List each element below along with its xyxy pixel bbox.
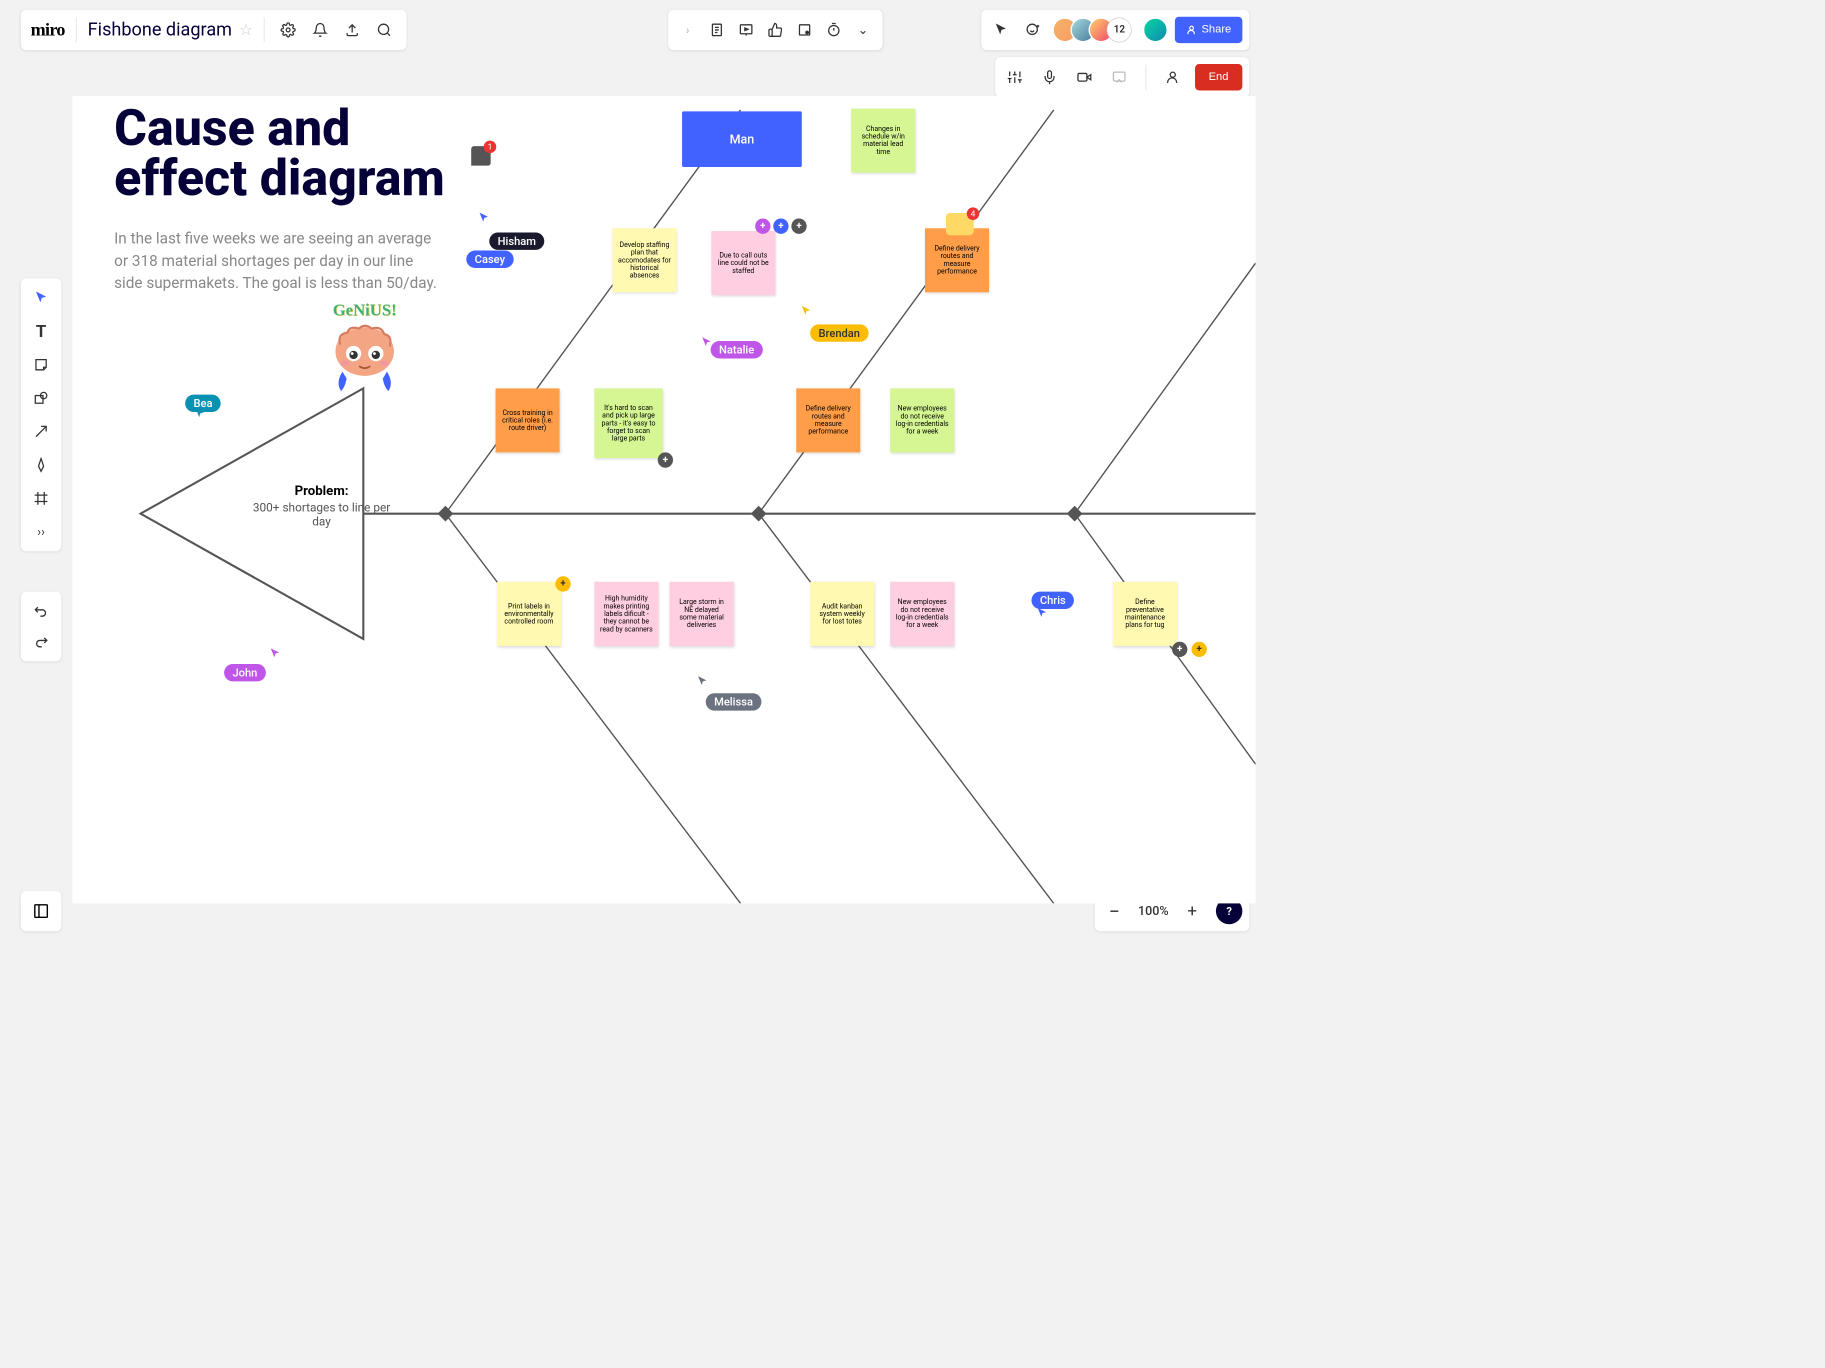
self-avatar[interactable] bbox=[1143, 17, 1168, 42]
emoji-reaction-icon[interactable]: 4 bbox=[946, 213, 974, 235]
divider bbox=[264, 17, 265, 42]
end-call-button[interactable]: End bbox=[1195, 64, 1243, 90]
undo-redo bbox=[21, 592, 61, 662]
sticky-note[interactable]: Audit kanban system weekly for lost tote… bbox=[810, 582, 874, 646]
reactions-icon[interactable] bbox=[1021, 17, 1046, 42]
redo-icon[interactable] bbox=[27, 628, 55, 656]
topbar-left: miro Fishbone diagram ☆ bbox=[21, 10, 407, 50]
canvas-description: In the last five weeks we are seeing an … bbox=[114, 228, 441, 295]
sticky-note[interactable]: Large storm in NE delayed some material … bbox=[670, 582, 734, 646]
bell-icon[interactable] bbox=[308, 17, 333, 42]
export-icon[interactable] bbox=[340, 17, 365, 42]
divider bbox=[76, 17, 77, 42]
divider bbox=[1145, 65, 1146, 90]
thumbsup-icon[interactable] bbox=[763, 17, 788, 42]
cursor-icon bbox=[696, 675, 709, 688]
plus-icon[interactable]: + bbox=[1172, 642, 1187, 657]
sticky-note[interactable]: Due to call outs line could not be staff… bbox=[711, 231, 775, 295]
text-tool-icon[interactable]: T bbox=[27, 317, 55, 345]
search-icon[interactable] bbox=[372, 17, 397, 42]
undo-icon[interactable] bbox=[27, 597, 55, 625]
zoom-level[interactable]: 100% bbox=[1138, 904, 1169, 919]
cursor-label: Melissa bbox=[706, 693, 762, 710]
cursor-label: Hisham bbox=[489, 232, 544, 249]
cursor-label: Chris bbox=[1031, 592, 1074, 609]
left-toolbar: T ›› bbox=[21, 278, 61, 551]
cursor-label: Natalie bbox=[711, 341, 763, 358]
sticky-note[interactable]: Define preventative maintenance plans fo… bbox=[1113, 582, 1177, 646]
cursor-icon bbox=[269, 647, 282, 660]
video-icon[interactable] bbox=[1072, 65, 1097, 90]
cursor-icon bbox=[800, 305, 813, 318]
arrow-tool-icon[interactable] bbox=[27, 418, 55, 446]
more-tools-icon[interactable]: ›› bbox=[27, 518, 55, 546]
problem-box: Problem: 300+ shortages to line per day bbox=[252, 482, 391, 529]
sticky-note[interactable]: Cross training in critical roles (i.e. r… bbox=[496, 388, 560, 452]
comment-icon[interactable]: 1 bbox=[471, 146, 490, 165]
present-icon[interactable] bbox=[734, 17, 759, 42]
shape-tool-icon[interactable] bbox=[27, 384, 55, 412]
miro-logo[interactable]: miro bbox=[31, 19, 65, 40]
sticky-note[interactable]: New employees do not receive log-in cred… bbox=[890, 582, 954, 646]
sticky-note[interactable]: Define delivery routes and measure perfo… bbox=[925, 228, 989, 292]
sticky-note[interactable]: Develop staffing plan that accomodates f… bbox=[612, 228, 676, 292]
cursor-label: Brendan bbox=[810, 324, 868, 341]
user-icon[interactable] bbox=[1160, 65, 1185, 90]
sticky-tool-icon[interactable] bbox=[27, 351, 55, 379]
sticky-note[interactable]: New employees do not receive log-in cred… bbox=[890, 388, 954, 452]
frame-tool-icon[interactable] bbox=[27, 484, 55, 512]
frame-icon[interactable] bbox=[792, 17, 817, 42]
call-controls: End bbox=[995, 57, 1249, 97]
select-tool-icon[interactable] bbox=[27, 284, 55, 312]
screenshare-icon[interactable] bbox=[1106, 65, 1131, 90]
star-icon[interactable]: ☆ bbox=[239, 21, 253, 38]
cursor-label: John bbox=[224, 664, 266, 681]
plus-icon[interactable]: + bbox=[773, 219, 788, 234]
chevron-right-icon[interactable]: › bbox=[675, 17, 700, 42]
mic-icon[interactable] bbox=[1037, 65, 1062, 90]
settings-icon[interactable] bbox=[276, 17, 301, 42]
fishbone-lines bbox=[72, 96, 1255, 903]
pen-tool-icon[interactable] bbox=[27, 451, 55, 479]
emoji-count-badge: 4 bbox=[967, 207, 980, 220]
plus-icon[interactable]: + bbox=[1192, 642, 1207, 657]
plus-icon[interactable]: + bbox=[755, 219, 770, 234]
cursor-tool-icon[interactable] bbox=[989, 17, 1014, 42]
canvas-title: Cause andeffect diagram bbox=[114, 103, 445, 203]
sticky-note[interactable]: High humidity makes printing labels difi… bbox=[594, 582, 658, 646]
more-icon[interactable]: ⌄ bbox=[851, 17, 876, 42]
canvas-frame[interactable]: Cause andeffect diagram In the last five… bbox=[72, 96, 1255, 903]
sticky-note[interactable]: Define delivery routes and measure perfo… bbox=[796, 388, 860, 452]
board-title[interactable]: Fishbone diagram bbox=[88, 19, 232, 40]
sticky-note[interactable]: It's hard to scan and pick up large part… bbox=[594, 388, 662, 458]
cursor-label: Casey bbox=[466, 251, 513, 268]
minimap-button[interactable] bbox=[21, 891, 61, 931]
notes-icon[interactable] bbox=[704, 17, 729, 42]
share-button[interactable]: Share bbox=[1175, 17, 1242, 43]
sticky-note[interactable]: Changes in schedule w/in material lead t… bbox=[851, 109, 915, 173]
plus-icon[interactable]: + bbox=[791, 219, 806, 234]
cursor-label: Bea bbox=[185, 395, 221, 412]
comment-count-badge: 1 bbox=[484, 141, 497, 154]
participant-avatars[interactable]: 12 bbox=[1053, 17, 1132, 42]
brain-sticker[interactable]: GeNiUS! bbox=[316, 301, 413, 399]
avatar-count[interactable]: 12 bbox=[1107, 17, 1132, 42]
plus-icon[interactable]: + bbox=[555, 576, 570, 591]
sticky-note[interactable]: Print labels in environmentally controll… bbox=[497, 582, 561, 646]
timer-icon[interactable] bbox=[821, 17, 846, 42]
cursor-icon bbox=[477, 212, 490, 225]
plus-icon[interactable]: + bbox=[658, 452, 673, 467]
category-man[interactable]: Man bbox=[682, 111, 802, 167]
sliders-icon[interactable] bbox=[1002, 65, 1027, 90]
topbar-right: 12 Share bbox=[982, 10, 1250, 50]
topbar-center: › ⌄ bbox=[668, 10, 882, 50]
